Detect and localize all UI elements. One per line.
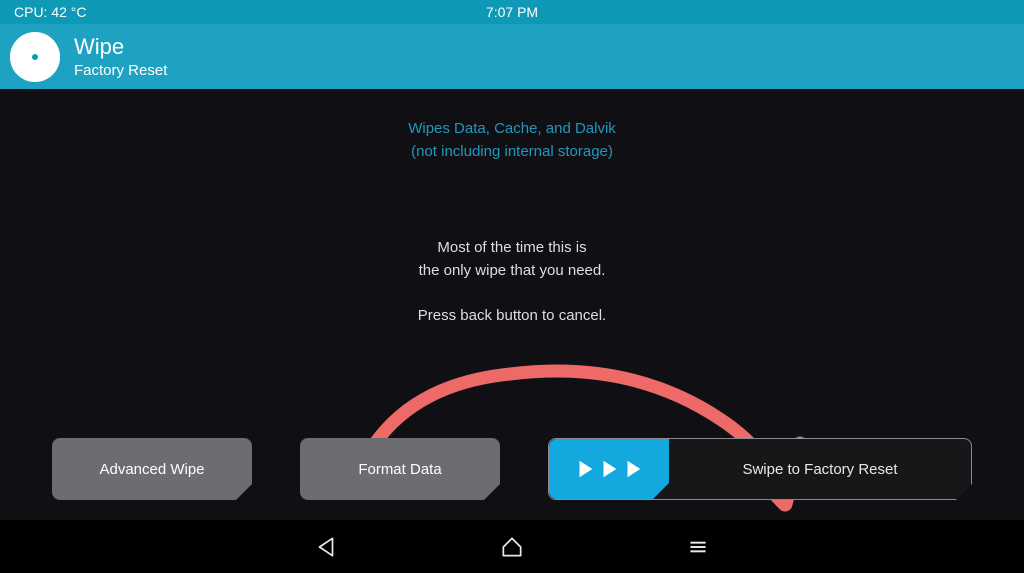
twrp-logo-icon (10, 32, 60, 82)
format-data-label: Format Data (358, 461, 441, 478)
content-area: Wipes Data, Cache, and Dalvik (not inclu… (0, 89, 1024, 520)
format-data-button[interactable]: Format Data (300, 438, 500, 500)
back-button[interactable] (313, 534, 339, 560)
info-cancel: Press back button to cancel. (0, 304, 1024, 327)
home-button[interactable] (499, 534, 525, 560)
buttons-row: Advanced Wipe Format Data Swipe to Facto… (0, 438, 1024, 500)
title-block: Wipe Factory Reset (74, 34, 167, 79)
page-subtitle: Factory Reset (74, 62, 167, 79)
info-line-4: the only wipe that you need. (0, 259, 1024, 282)
clock: 7:07 PM (486, 4, 538, 20)
nav-bar (0, 520, 1024, 573)
info-line-2: (not including internal storage) (0, 140, 1024, 163)
swipe-factory-reset-slider[interactable]: Swipe to Factory Reset (548, 438, 972, 500)
advanced-wipe-button[interactable]: Advanced Wipe (52, 438, 252, 500)
status-bar: CPU: 42 °C 7:07 PM (0, 0, 1024, 24)
home-icon (499, 534, 525, 560)
menu-button[interactable] (685, 534, 711, 560)
play-icon (574, 458, 596, 480)
menu-icon (685, 534, 711, 560)
slider-handle[interactable] (549, 439, 669, 499)
title-bar: Wipe Factory Reset (0, 24, 1024, 89)
play-icon (622, 458, 644, 480)
advanced-wipe-label: Advanced Wipe (99, 461, 204, 478)
swipe-label: Swipe to Factory Reset (669, 461, 971, 478)
play-icon (598, 458, 620, 480)
info-line-1: Wipes Data, Cache, and Dalvik (0, 117, 1024, 140)
page-title: Wipe (74, 34, 167, 60)
info-line-3: Most of the time this is (0, 236, 1024, 259)
cpu-temp: CPU: 42 °C (14, 4, 87, 20)
back-icon (313, 534, 339, 560)
